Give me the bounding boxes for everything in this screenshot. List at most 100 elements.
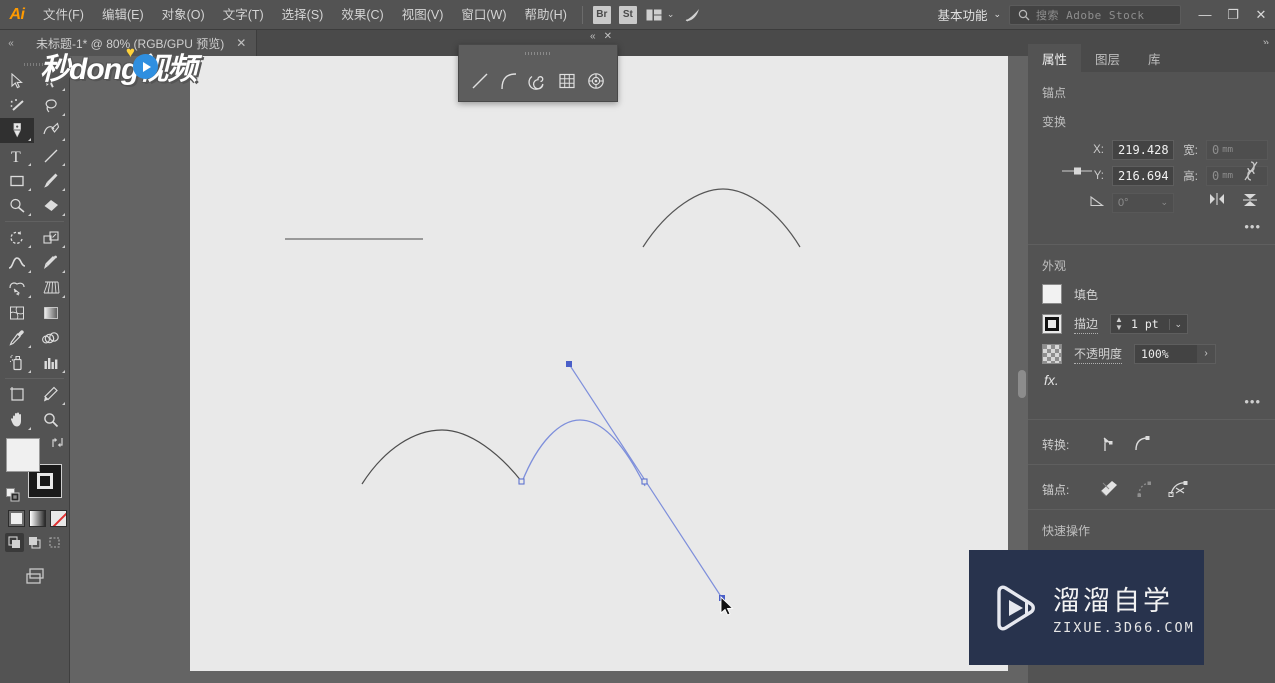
opacity-input[interactable]: 100% › — [1134, 344, 1217, 364]
unlink-proportions-icon[interactable] — [1243, 160, 1259, 187]
menu-window[interactable]: 窗口(W) — [452, 0, 515, 30]
fx-button[interactable]: fx. — [1028, 364, 1275, 388]
fill-swatch[interactable] — [6, 438, 40, 472]
menu-effect[interactable]: 效果(C) — [332, 0, 392, 30]
convert-to-corner-icon[interactable] — [1098, 434, 1118, 454]
cut-path-icon[interactable] — [1168, 479, 1190, 499]
zoom-tool[interactable] — [34, 407, 68, 432]
angle-input[interactable]: 0° ⌄ — [1112, 192, 1174, 213]
gradient-mode[interactable] — [29, 510, 46, 527]
direct-selection-tool[interactable] — [34, 68, 68, 93]
connect-anchors-icon[interactable] — [1134, 479, 1154, 499]
stepper-arrows-icon[interactable]: ▲ ▼ — [1111, 315, 1127, 333]
polar-grid-tool[interactable] — [582, 64, 611, 98]
stock-search-input[interactable]: 搜索 Adobe Stock — [1009, 4, 1181, 25]
line-tool-flyout-panel[interactable]: « ✕ — [458, 31, 618, 102]
eyedropper-tool[interactable] — [0, 325, 34, 350]
color-swatch-mode[interactable] — [8, 510, 25, 527]
change-screen-mode-icon[interactable] — [0, 566, 69, 586]
close-icon[interactable]: ✕ — [236, 36, 246, 50]
draw-normal-mode[interactable] — [5, 533, 24, 552]
arrange-documents-icon[interactable]: ⌄ — [641, 3, 680, 27]
opacity-options-icon[interactable]: › — [1197, 345, 1216, 363]
stroke-label[interactable]: 描边 — [1074, 315, 1099, 334]
top-arc-path[interactable] — [642, 188, 801, 248]
anchor-point-active[interactable] — [641, 478, 648, 485]
stroke-color-swatch[interactable] — [1042, 314, 1062, 334]
pen-tool[interactable] — [0, 118, 34, 143]
workspace-switcher[interactable]: 基本功能 ⌄ — [929, 3, 1009, 27]
lasso-tool[interactable] — [34, 93, 68, 118]
free-transform-tool[interactable] — [34, 250, 68, 275]
menu-file[interactable]: 文件(F) — [34, 0, 93, 30]
document-tab[interactable]: 未标题-1* @ 80% (RGB/GPU 预览) ✕ — [22, 30, 258, 56]
magic-wand-tool[interactable] — [0, 93, 34, 118]
hand-tool[interactable] — [0, 407, 34, 432]
reference-point-selector[interactable] — [1062, 164, 1092, 175]
selection-tool[interactable] — [0, 68, 34, 93]
fill-color-swatch[interactable] — [1042, 284, 1062, 304]
rectangle-tool[interactable] — [0, 168, 34, 193]
menu-view[interactable]: 视图(V) — [393, 0, 453, 30]
column-graph-tool[interactable] — [34, 350, 68, 375]
canvas-area[interactable] — [70, 56, 1028, 683]
tab-layers[interactable]: 图层 — [1081, 44, 1134, 72]
slice-tool[interactable] — [34, 382, 68, 407]
close-button[interactable]: ✕ — [1247, 0, 1275, 30]
collapse-panels-button[interactable]: « — [0, 30, 22, 56]
appearance-more-options[interactable]: ••• — [1028, 388, 1275, 409]
menu-edit[interactable]: 编辑(E) — [93, 0, 153, 30]
illustrator-home-icon[interactable] — [679, 3, 707, 27]
type-tool[interactable]: T — [0, 143, 34, 168]
gradient-tool[interactable] — [34, 300, 68, 325]
stroke-weight-input[interactable]: ▲ ▼ 1 pt ⌄ — [1110, 314, 1188, 334]
tab-libraries[interactable]: 库 — [1134, 44, 1175, 72]
shape-builder-tool[interactable] — [0, 275, 34, 300]
menu-select[interactable]: 选择(S) — [273, 0, 333, 30]
convert-to-smooth-icon[interactable] — [1132, 434, 1152, 454]
rectangular-grid-tool[interactable] — [553, 64, 582, 98]
rotate-tool[interactable] — [0, 225, 34, 250]
spiral-tool[interactable] — [523, 64, 552, 98]
symbol-sprayer-tool[interactable] — [0, 350, 34, 375]
close-icon[interactable]: ✕ — [601, 31, 615, 42]
bridge-icon[interactable]: Br — [592, 5, 611, 24]
remove-anchor-icon[interactable] — [1098, 479, 1120, 499]
mesh-tool[interactable] — [0, 300, 34, 325]
anchor-point-joint[interactable] — [518, 478, 525, 485]
swap-fill-stroke-icon[interactable] — [51, 436, 64, 452]
line-segment-tool[interactable] — [465, 64, 494, 98]
toolbar-grip[interactable] — [0, 60, 69, 68]
width-input[interactable]: 0 mm — [1206, 140, 1268, 160]
flyout-panel-grip[interactable] — [459, 45, 617, 61]
scale-tool[interactable] — [34, 225, 68, 250]
draw-behind-mode[interactable] — [25, 533, 44, 552]
y-input[interactable]: 216.694 — [1112, 166, 1174, 186]
transform-more-options[interactable]: ••• — [1028, 213, 1275, 234]
curvature-tool[interactable] — [34, 118, 68, 143]
opacity-swatch-icon[interactable] — [1042, 344, 1062, 364]
draw-inside-mode[interactable] — [45, 533, 64, 552]
menu-type[interactable]: 文字(T) — [214, 0, 273, 30]
stock-icon[interactable]: St — [618, 5, 637, 24]
paintbrush-tool[interactable] — [34, 168, 68, 193]
none-mode[interactable] — [50, 510, 67, 527]
perspective-grid-tool[interactable] — [34, 275, 68, 300]
left-arc-path[interactable] — [361, 429, 523, 485]
x-input[interactable]: 219.428 — [1112, 140, 1174, 160]
handle-endpoint-top[interactable] — [566, 361, 572, 367]
blend-tool[interactable] — [34, 325, 68, 350]
menu-help[interactable]: 帮助(H) — [516, 0, 576, 30]
flip-vertical-icon[interactable] — [1242, 192, 1258, 213]
restore-button[interactable]: ❐ — [1219, 0, 1247, 30]
eraser-tool[interactable] — [34, 193, 68, 218]
arc-tool[interactable] — [494, 64, 523, 98]
minimize-button[interactable]: — — [1191, 0, 1219, 30]
artboard-tool[interactable] — [0, 382, 34, 407]
line-segment-tool[interactable] — [34, 143, 68, 168]
default-fill-stroke-icon[interactable] — [6, 488, 20, 502]
opacity-label[interactable]: 不透明度 — [1074, 345, 1123, 364]
flip-horizontal-icon[interactable] — [1208, 192, 1226, 213]
canvas-vertical-scrollbar[interactable] — [1018, 370, 1026, 398]
width-tool[interactable] — [0, 250, 34, 275]
